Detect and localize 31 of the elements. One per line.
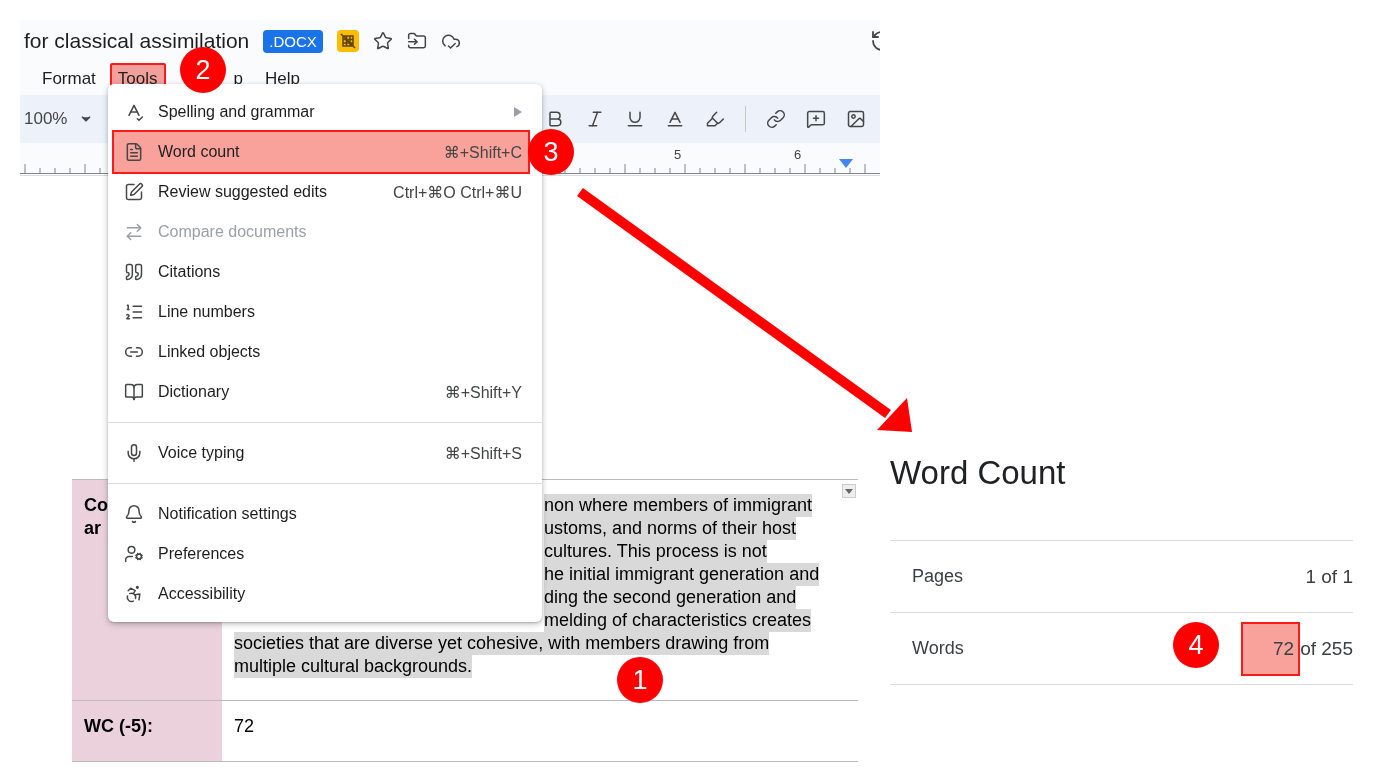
menu-item[interactable]: Format [34,62,104,95]
menu-item[interactable]: Dictionary ⌘+Shift+Y [108,372,542,412]
menu-item[interactable]: Preferences [108,534,542,574]
menu-item[interactable]: Notification settings [108,494,542,534]
step-number: 4 [1173,622,1219,668]
menu-item[interactable]: Line numbers [108,292,542,332]
shortcut-text: Ctrl+⌘O Ctrl+⌘U [393,182,522,202]
cell-label: ar [84,517,101,540]
menu-item[interactable]: Accessibility [108,574,542,614]
shortcut-text: ⌘+Shift+C [443,142,522,162]
menu-item[interactable]: Spelling and grammar [108,92,542,132]
shortcut-text: ⌘+Shift+Y [444,382,522,402]
dialog-title: Word Count [890,454,1067,493]
menu-item[interactable]: Voice typing ⌘+Shift+S [108,433,542,473]
ruler-number: 6 [794,147,802,162]
selected-word-count: 72 [1243,623,1299,674]
stat-label: Words [912,638,964,659]
zoom-select[interactable]: 100% [24,109,94,129]
menu-item[interactable]: Word count ⌘+Shift+C [114,132,528,172]
menu-item[interactable]: Review suggested edits Ctrl+⌘O Ctrl+⌘U [108,172,542,212]
cell-label: Co [84,494,108,517]
cell-text-line: 72 [234,715,255,738]
ruler-number: 5 [674,147,682,162]
menu-item[interactable]: Linked objects [108,332,542,372]
stat-value: of 255 [1300,637,1353,660]
shortcut-text: ⌘+Shift+S [444,443,522,463]
file-type-badge: .DOCX [263,29,323,53]
menu-item[interactable]: Citations [108,252,542,292]
stat-value: 1 of 1 [1305,565,1353,588]
cell-label: WC (-5): [84,715,153,738]
stat-label: Pages [912,566,964,587]
